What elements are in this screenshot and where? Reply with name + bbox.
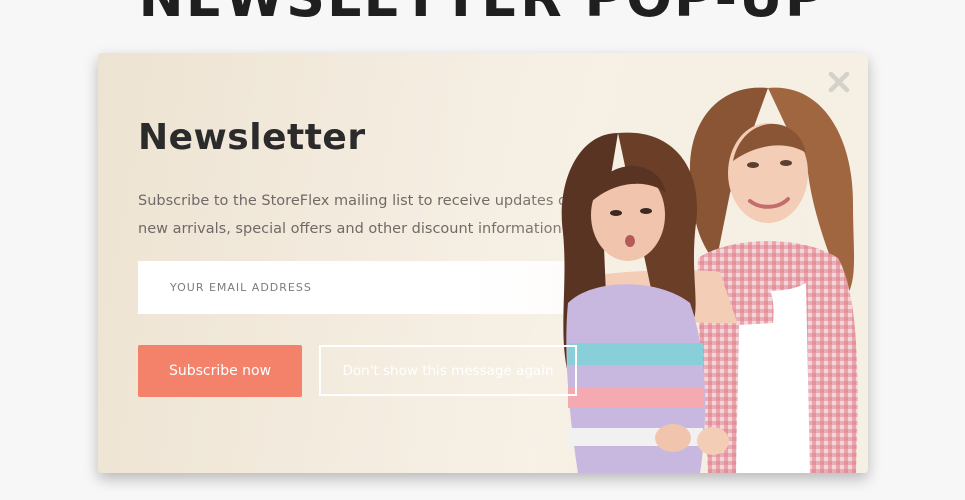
close-button[interactable] [826, 69, 852, 95]
dont-show-again-button[interactable]: Don't show this message again [319, 345, 577, 396]
two-girls-photo [468, 53, 868, 473]
newsletter-popup: Newsletter Subscribe to the StoreFlex ma… [98, 53, 868, 473]
popup-title: Newsletter [138, 117, 366, 158]
page-heading: NEWSLETTER POP-UP [0, 0, 965, 27]
subscribe-button[interactable]: Subscribe now [138, 345, 302, 397]
close-icon [828, 71, 850, 93]
